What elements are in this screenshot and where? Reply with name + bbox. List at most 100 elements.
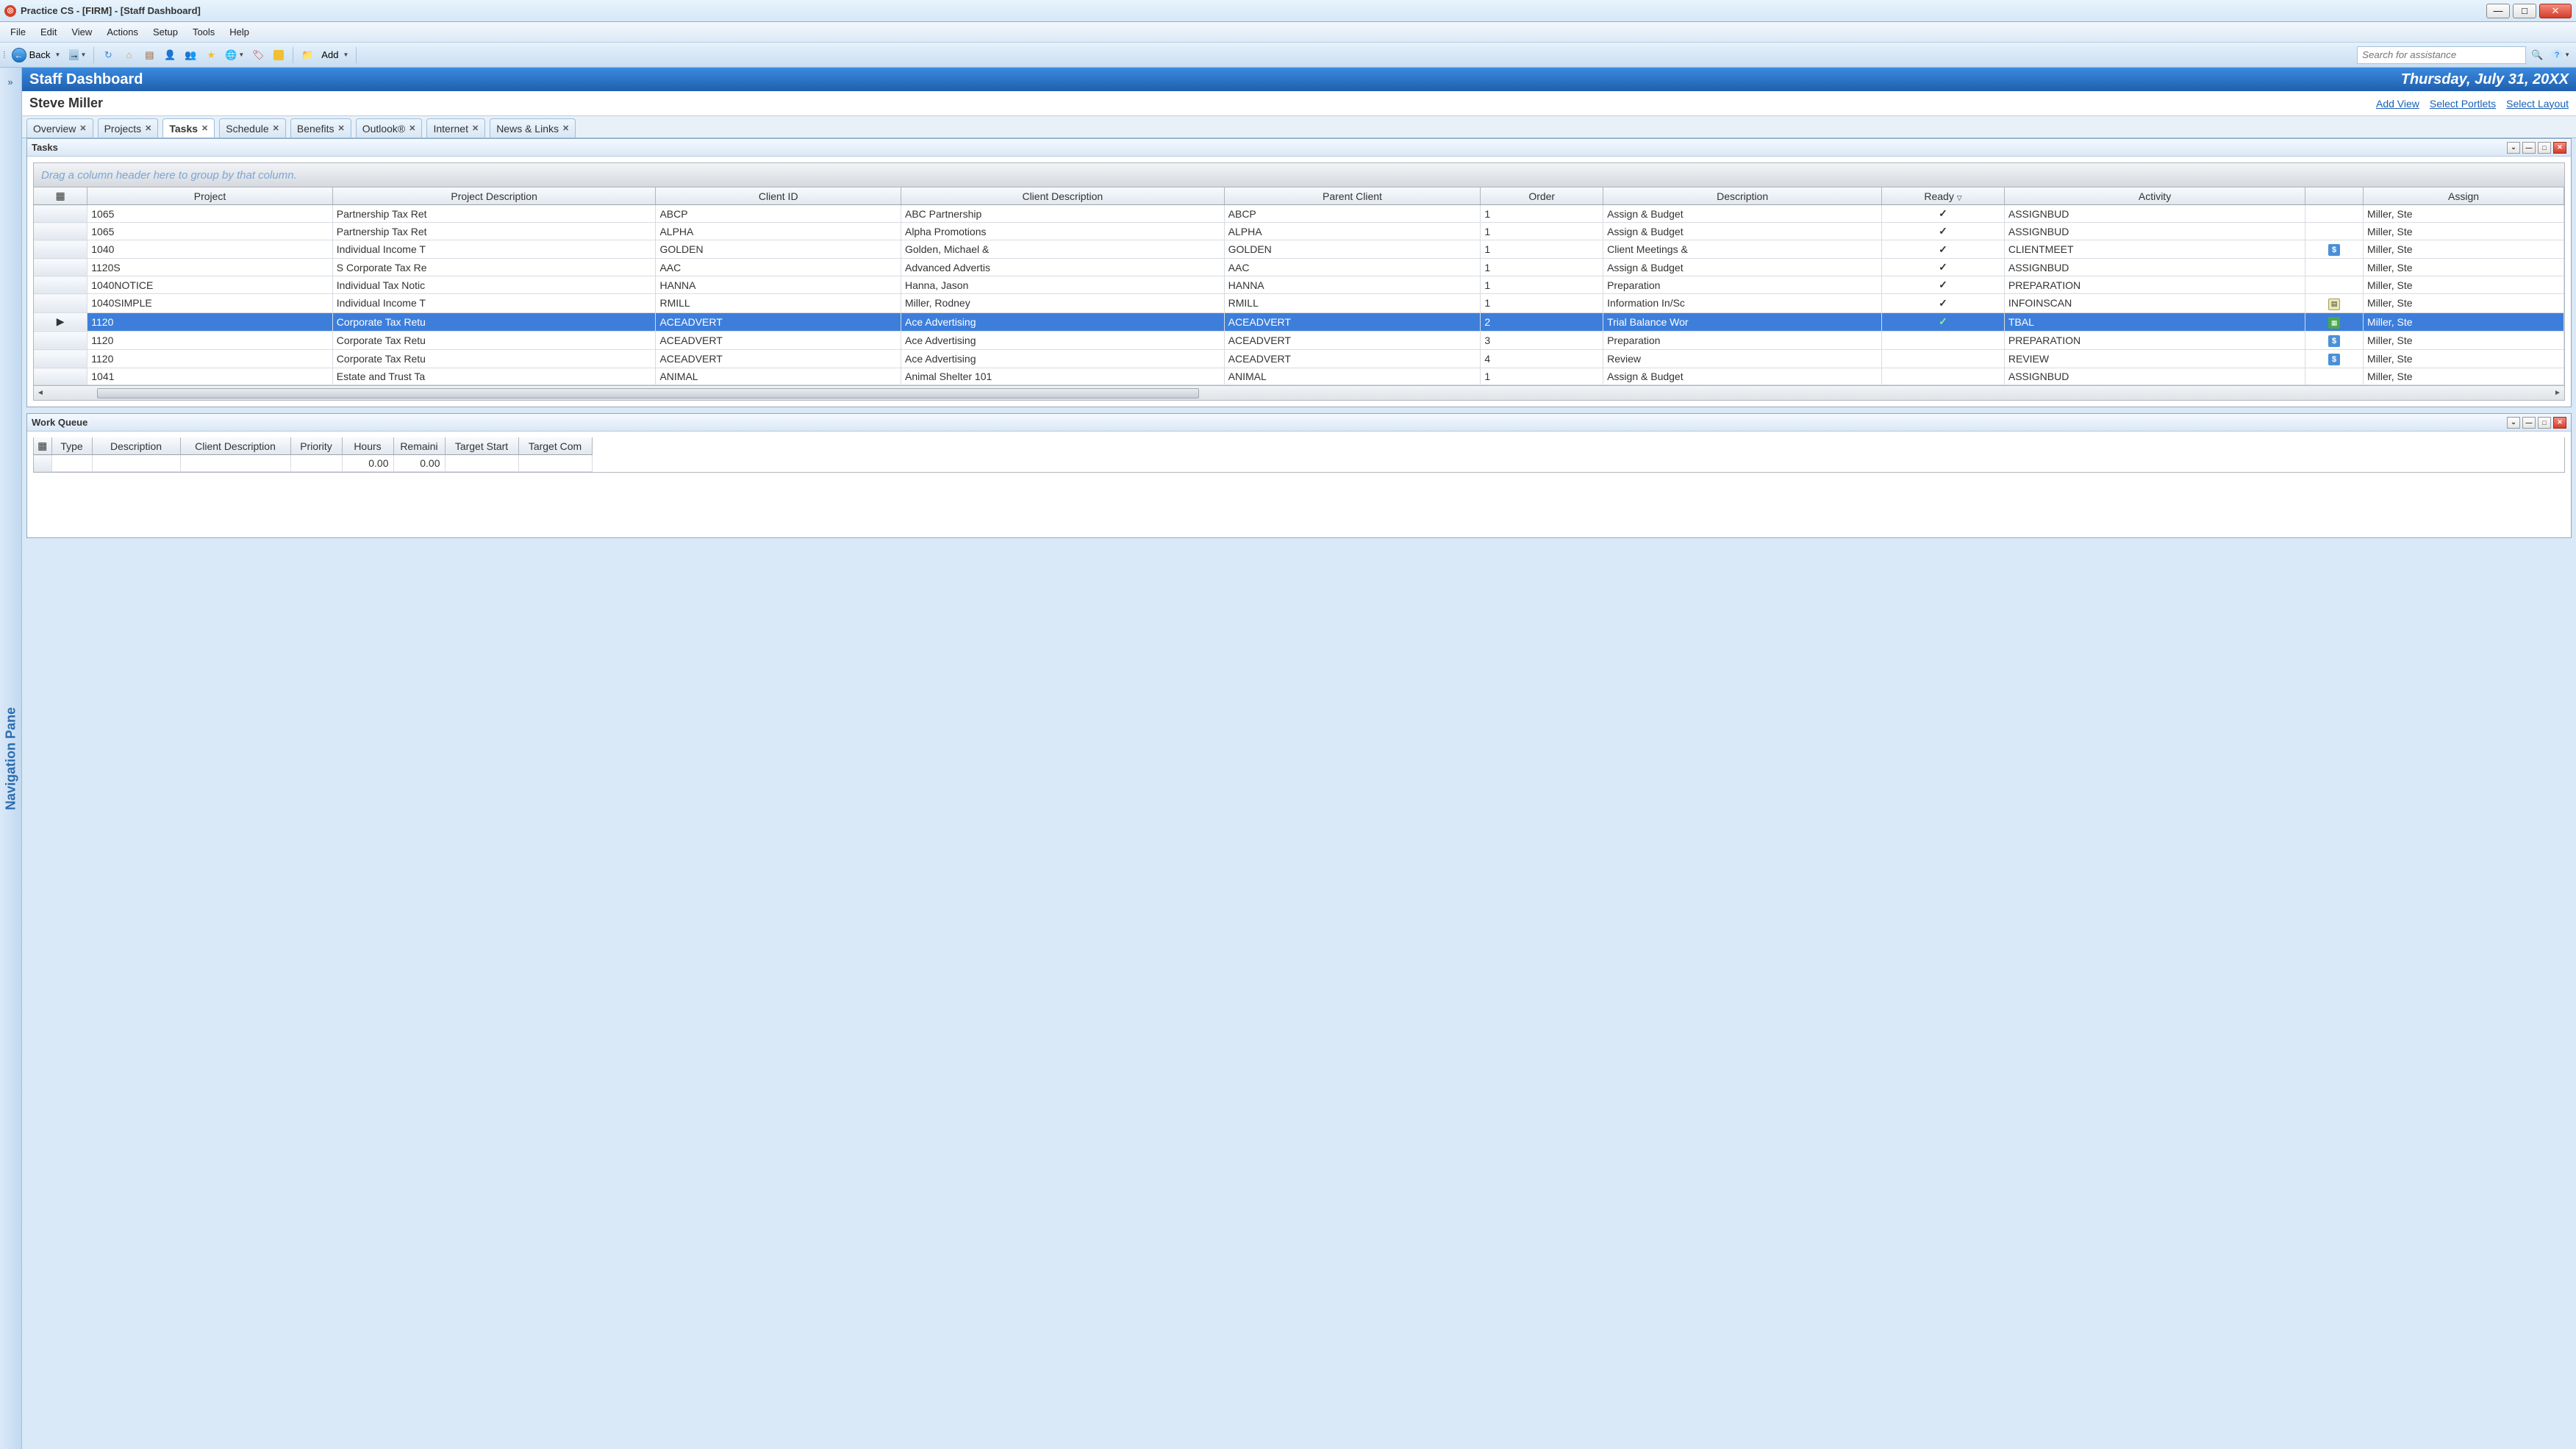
workqueue-grid[interactable]: ▦ Type Description Client Description Pr… <box>33 437 2565 473</box>
col-hours[interactable]: Hours <box>342 437 393 455</box>
tab-internet[interactable]: Internet✕ <box>426 118 485 137</box>
col-icon[interactable] <box>2305 187 2364 205</box>
group-by-bar[interactable]: Drag a column header here to group by th… <box>33 162 2565 187</box>
table-row[interactable]: 0.00 0.00 <box>34 455 592 472</box>
staff-button[interactable]: 👤 <box>160 46 179 65</box>
search-button[interactable]: 🔍 <box>2527 46 2547 65</box>
portlet-close-button[interactable]: ✕ <box>2553 142 2566 154</box>
table-row[interactable]: ▶1120Corporate Tax RetuACEADVERTAce Adve… <box>34 312 2564 332</box>
col-assign[interactable]: Assign <box>2364 187 2564 205</box>
forward-button[interactable]: → ▼ <box>66 46 89 65</box>
titlebar: ◎ Practice CS - [FIRM] - [Staff Dashboar… <box>0 0 2576 22</box>
portlet-close-button[interactable]: ✕ <box>2553 417 2566 429</box>
table-row[interactable]: 1120SS Corporate Tax ReAACAdvanced Adver… <box>34 259 2564 276</box>
select-layout-link[interactable]: Select Layout <box>2506 98 2569 110</box>
tasks-grid[interactable]: ▦ Project Project Description Client ID … <box>33 187 2565 386</box>
table-row[interactable]: 1065Partnership Tax RetABCPABC Partnersh… <box>34 205 2564 223</box>
col-ready[interactable]: Ready ▽ <box>1882 187 2005 205</box>
col-tcom[interactable]: Target Com <box>518 437 592 455</box>
col-desc[interactable]: Description <box>1603 187 1882 205</box>
new-button[interactable]: 🌐 ▼ <box>222 46 247 65</box>
col-activity[interactable]: Activity <box>2004 187 2305 205</box>
firm-button[interactable]: ▤ <box>140 46 159 65</box>
tag-button[interactable]: 🏷 <box>248 46 268 65</box>
search-icon: 🔍 <box>2531 49 2543 61</box>
navigation-pane[interactable]: » Navigation Pane <box>0 68 22 1449</box>
col-tstart[interactable]: Target Start <box>445 437 518 455</box>
col-remaini[interactable]: Remaini <box>393 437 445 455</box>
favorites-button[interactable]: ★ <box>201 46 221 65</box>
menu-file[interactable]: File <box>3 24 33 40</box>
col-cdesc[interactable]: Client Description <box>901 187 1224 205</box>
col-pdesc[interactable]: Project Description <box>332 187 656 205</box>
table-row[interactable]: 1040NOTICEIndividual Tax NoticHANNAHanna… <box>34 276 2564 294</box>
select-portlets-link[interactable]: Select Portlets <box>2430 98 2496 110</box>
portlet-minimize-button[interactable]: — <box>2522 142 2536 154</box>
expand-icon[interactable]: » <box>0 74 21 90</box>
portlet-title: Work Queue <box>32 417 87 428</box>
add-button[interactable]: Add ▼ <box>318 46 351 65</box>
arrow-left-icon: ← <box>12 48 26 62</box>
portlet-collapse-button[interactable]: ⌄ <box>2507 417 2520 429</box>
scroll-right-icon[interactable]: ► <box>2551 387 2564 400</box>
tab-projects[interactable]: Projects✕ <box>98 118 159 137</box>
col-desc[interactable]: Description <box>92 437 180 455</box>
maximize-button[interactable]: □ <box>2513 4 2536 18</box>
help-button[interactable]: ? ▼ <box>2548 46 2573 65</box>
close-icon[interactable]: ✕ <box>79 124 86 133</box>
note-button[interactable] <box>269 46 288 65</box>
table-row[interactable]: 1120Corporate Tax RetuACEADVERTAce Adver… <box>34 332 2564 350</box>
grid-corner[interactable]: ▦ <box>34 187 87 205</box>
tab-schedule[interactable]: Schedule✕ <box>219 118 286 137</box>
menu-view[interactable]: View <box>64 24 99 40</box>
tab-benefits[interactable]: Benefits✕ <box>290 118 351 137</box>
table-row[interactable]: 1040Individual Income TGOLDENGolden, Mic… <box>34 240 2564 259</box>
close-icon[interactable]: ✕ <box>145 124 151 133</box>
close-icon[interactable]: ✕ <box>472 124 479 133</box>
menu-edit[interactable]: Edit <box>33 24 64 40</box>
folder-icon: 📁 <box>301 49 313 61</box>
menu-tools[interactable]: Tools <box>185 24 222 40</box>
home-button[interactable]: ⌂ <box>119 46 138 65</box>
scroll-left-icon[interactable]: ◄ <box>34 387 47 400</box>
tab-tasks[interactable]: Tasks✕ <box>162 118 215 137</box>
table-row[interactable]: 1120Corporate Tax RetuACEADVERTAce Adver… <box>34 350 2564 368</box>
chevron-down-icon: ▼ <box>2564 51 2570 58</box>
col-parent[interactable]: Parent Client <box>1224 187 1481 205</box>
table-row[interactable]: 1041Estate and Trust TaANIMALAnimal Shel… <box>34 368 2564 385</box>
portlet-maximize-button[interactable]: □ <box>2538 417 2551 429</box>
col-type[interactable]: Type <box>51 437 92 455</box>
add-view-link[interactable]: Add View <box>2376 98 2419 110</box>
close-button[interactable]: ✕ <box>2539 4 2572 18</box>
tab-overview[interactable]: Overview✕ <box>26 118 93 137</box>
scroll-thumb[interactable] <box>97 388 1199 398</box>
portlet-maximize-button[interactable]: □ <box>2538 142 2551 154</box>
close-icon[interactable]: ✕ <box>273 124 279 133</box>
col-cdesc[interactable]: Client Description <box>180 437 290 455</box>
tab-outlook[interactable]: Outlook®✕ <box>356 118 423 137</box>
portlet-minimize-button[interactable]: — <box>2522 417 2536 429</box>
table-row[interactable]: 1040SIMPLEIndividual Income TRMILLMiller… <box>34 294 2564 313</box>
menu-setup[interactable]: Setup <box>146 24 185 40</box>
col-project[interactable]: Project <box>87 187 333 205</box>
folder-button[interactable]: 📁 <box>298 46 317 65</box>
menu-help[interactable]: Help <box>222 24 257 40</box>
col-clientid[interactable]: Client ID <box>656 187 901 205</box>
refresh-button[interactable]: ↻ <box>99 46 118 65</box>
col-priority[interactable]: Priority <box>290 437 342 455</box>
close-icon[interactable]: ✕ <box>562 124 569 133</box>
col-order[interactable]: Order <box>1481 187 1603 205</box>
search-input[interactable] <box>2357 46 2526 64</box>
back-button[interactable]: ← Back ▼ <box>7 46 65 65</box>
portlet-collapse-button[interactable]: ⌄ <box>2507 142 2520 154</box>
table-row[interactable]: 1065Partnership Tax RetALPHAAlpha Promot… <box>34 223 2564 240</box>
tab-news[interactable]: News & Links✕ <box>490 118 576 137</box>
menu-actions[interactable]: Actions <box>99 24 146 40</box>
grid-corner[interactable]: ▦ <box>34 437 51 455</box>
clients-button[interactable]: 👥 <box>181 46 200 65</box>
close-icon[interactable]: ✕ <box>337 124 344 133</box>
horizontal-scrollbar[interactable]: ◄ ► <box>33 386 2565 401</box>
close-icon[interactable]: ✕ <box>201 124 208 133</box>
minimize-button[interactable]: — <box>2486 4 2510 18</box>
close-icon[interactable]: ✕ <box>409 124 415 133</box>
